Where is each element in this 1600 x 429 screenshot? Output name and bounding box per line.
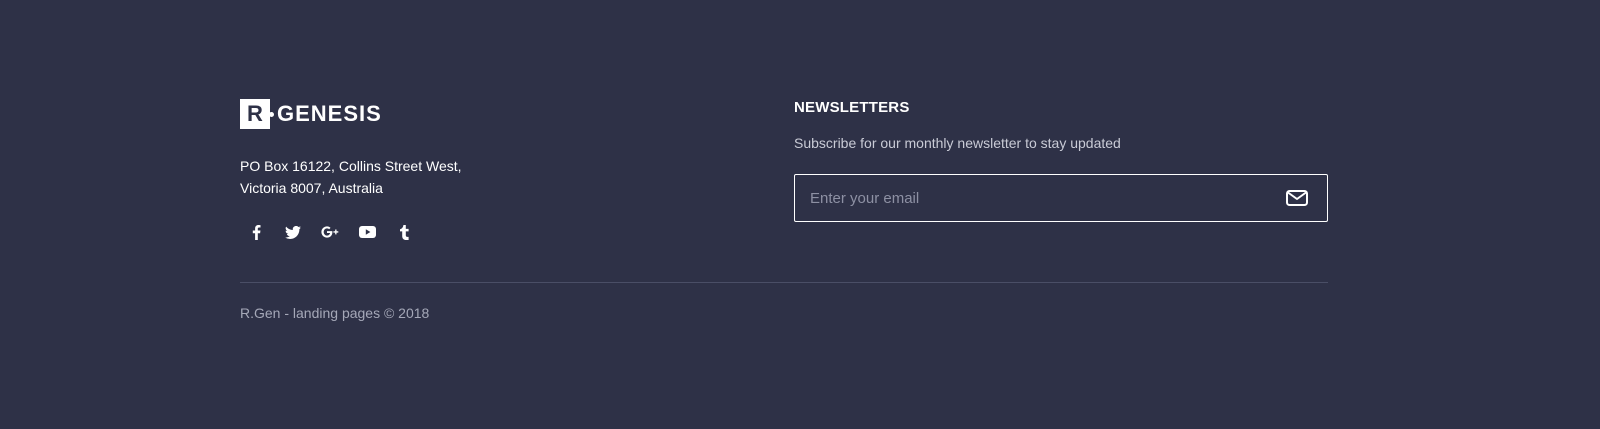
twitter-icon[interactable]	[283, 222, 303, 242]
logo-dot	[269, 112, 274, 117]
google-plus-icon[interactable]	[320, 222, 340, 242]
subscribe-button[interactable]	[1267, 175, 1327, 221]
logo-wordmark: GENESIS	[277, 101, 382, 126]
tumblr-icon[interactable]	[394, 222, 414, 242]
copyright-text: R.Gen - landing pages © 2018	[240, 305, 430, 321]
address-line-1: PO Box 16122, Collins Street West,	[240, 158, 462, 174]
footer-brand-column: R GENESIS PO Box 16122, Collins Street W…	[240, 98, 740, 242]
newsletter-title: NEWSLETTERS	[794, 99, 910, 116]
facebook-icon[interactable]	[246, 222, 266, 242]
newsletter-subtitle: Subscribe for our monthly newsletter to …	[794, 135, 1121, 151]
address-line-2: Victoria 8007, Australia	[240, 180, 383, 196]
footer-divider	[240, 282, 1328, 283]
newsletter-column: NEWSLETTERS Subscribe for our monthly ne…	[794, 98, 1328, 222]
youtube-icon[interactable]	[357, 222, 377, 242]
email-input[interactable]	[795, 175, 1267, 221]
logo[interactable]: R GENESIS	[240, 98, 740, 130]
envelope-icon	[1286, 190, 1308, 206]
site-footer: R GENESIS PO Box 16122, Collins Street W…	[0, 0, 1600, 429]
logo-mark: R	[240, 99, 274, 129]
address: PO Box 16122, Collins Street West, Victo…	[240, 155, 740, 199]
social-links	[246, 222, 740, 242]
logo-mark-letter: R	[247, 101, 263, 126]
newsletter-form	[794, 174, 1328, 222]
